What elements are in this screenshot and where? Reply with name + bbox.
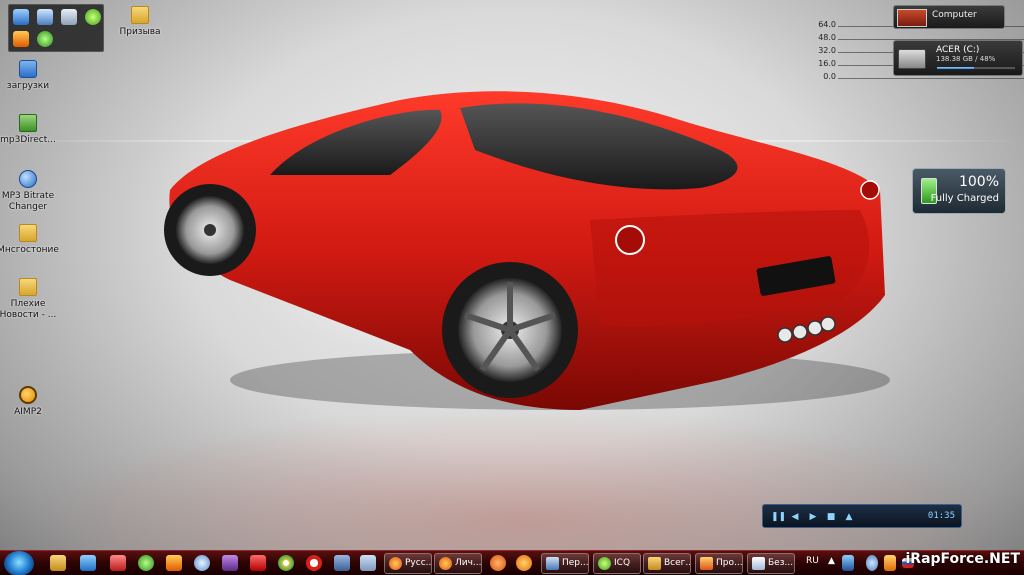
desktop-icon-label: mp3Direct... xyxy=(0,135,56,145)
taskbar-button-per[interactable]: Пер... xyxy=(541,553,589,574)
desktop-icon-aimp2[interactable]: AIMP2 xyxy=(0,386,60,418)
eject-icon[interactable]: ▲ xyxy=(843,511,855,523)
aimp-icon xyxy=(19,386,37,404)
computer-icon[interactable] xyxy=(13,9,29,25)
taskbar-button-label: Пер... xyxy=(562,558,589,568)
computer-gadget-title: Computer xyxy=(932,10,977,20)
desktop-icon-plekhie-novosti[interactable]: Плехие Новости - ... xyxy=(0,278,60,321)
taskbar-button-firefox-lich[interactable]: Лич... xyxy=(434,553,482,574)
download-tray-icon[interactable] xyxy=(842,555,854,571)
drive-size: 138.38 GB / 48% xyxy=(936,55,996,63)
icq-flower-icon[interactable] xyxy=(85,9,101,25)
firefox-icon xyxy=(389,557,402,570)
start-orb-icon[interactable] xyxy=(4,551,34,575)
watermark-text: iRapForce.NET xyxy=(905,551,1020,567)
desktop-icon-label: MP3 Bitrate Changer xyxy=(1,191,55,212)
folder-icon xyxy=(19,278,37,296)
folder-icon xyxy=(19,224,37,242)
globe-icon xyxy=(19,170,37,188)
meter-gridline xyxy=(838,78,1024,79)
meter-tick-label: 16.0 xyxy=(818,59,836,68)
winamp-bolt-icon[interactable] xyxy=(13,31,29,47)
pdf-reader-icon[interactable] xyxy=(250,555,266,571)
pause-icon[interactable]: ❚❚ xyxy=(771,511,786,523)
taskbar-button-vseg[interactable]: Всег... xyxy=(643,553,691,574)
folder-icon xyxy=(131,6,149,24)
taskbar-button-icq[interactable]: ICQ xyxy=(593,553,641,574)
meter-tick-label: 48.0 xyxy=(818,33,836,42)
battery-gadget: 100% Fully Charged xyxy=(912,168,1006,214)
search-icon[interactable] xyxy=(194,555,210,571)
firefox-icon xyxy=(439,557,452,570)
explorer-icon[interactable] xyxy=(50,555,66,571)
folder-icon xyxy=(648,557,661,570)
desktop-icon-label: загрузки xyxy=(6,81,50,91)
winamp-bolt-icon[interactable] xyxy=(166,555,182,571)
green-globe-icon[interactable] xyxy=(37,31,53,47)
media-player-icon xyxy=(700,557,713,570)
download-arrow-icon xyxy=(19,60,37,78)
battery-status: Fully Charged xyxy=(930,193,999,204)
desktop-icon-downloads[interactable]: загрузки xyxy=(0,60,60,92)
taskbar-button-label: Без... xyxy=(768,558,794,568)
messenger-icon[interactable] xyxy=(80,555,96,571)
network-icon[interactable] xyxy=(37,9,53,25)
desktop-icon-prizyva[interactable]: Призыва xyxy=(108,6,172,38)
taskbar-button-label: Лич... xyxy=(455,558,482,568)
chrome-icon[interactable] xyxy=(278,555,294,571)
stop-icon[interactable]: ■ xyxy=(825,511,837,523)
drive-name: ACER (C:) xyxy=(936,45,980,55)
desktop-icon-label: Призыва xyxy=(119,27,161,37)
media-player-gadget: ❚❚ ◀ ▶ ■ ▲ 01:35 xyxy=(762,504,962,528)
desktop-icon-mnogostonie[interactable]: Мнсгостоние xyxy=(0,224,60,256)
taskbar-button-label: Всег... xyxy=(664,558,691,568)
drive-gadget[interactable]: ACER (C:) 138.38 GB / 48% xyxy=(893,40,1023,76)
save-icon[interactable] xyxy=(334,555,350,571)
media-icon[interactable] xyxy=(110,555,126,571)
drive-usage-fill xyxy=(937,67,975,69)
taskbar-button-firefox-russ[interactable]: Русс... xyxy=(384,553,432,574)
taskbar-button-label: ICQ xyxy=(614,558,631,568)
desktop-icon-label: Плехие Новости - ... xyxy=(0,299,57,320)
ferrari-wallpaper-car xyxy=(164,91,890,410)
meter-tick-label: 64.0 xyxy=(818,20,836,29)
meter-tick-label: 0.0 xyxy=(823,72,836,81)
network-tray-icon[interactable] xyxy=(866,555,878,571)
meter-tick-label: 32.0 xyxy=(818,46,836,55)
mail-at-icon[interactable] xyxy=(490,555,506,571)
drive-usage-bar xyxy=(936,66,1016,70)
next-icon[interactable]: ▶ xyxy=(807,511,819,523)
player-tray-icon[interactable] xyxy=(884,555,896,571)
taskbar-button-bez[interactable]: Без... xyxy=(747,553,795,574)
green-globe-icon[interactable] xyxy=(138,555,154,571)
window-icon[interactable] xyxy=(360,555,376,571)
taskbar-button-label: Про... xyxy=(716,558,743,568)
desktop-icon-mp3-bitrate-changer[interactable]: MP3 Bitrate Changer xyxy=(0,170,60,213)
icq-flower-icon xyxy=(598,557,611,570)
computer-gadget[interactable]: Computer xyxy=(893,5,1005,29)
desktop-icon-mp3direct[interactable]: mp3Direct... xyxy=(0,114,60,146)
desktop-icon-label: Мнсгостоние xyxy=(0,245,59,255)
battery-percent: 100% xyxy=(958,174,999,190)
opera-icon[interactable] xyxy=(306,555,322,571)
desktop-icon-label: AIMP2 xyxy=(14,407,42,417)
document-icon xyxy=(546,557,559,570)
winrar-icon[interactable] xyxy=(222,555,238,571)
taskbar: Русс... Лич... Пер... ICQ Всег... Про...… xyxy=(0,550,1024,575)
player-time: 01:35 xyxy=(927,511,955,521)
language-indicator[interactable]: RU xyxy=(806,556,819,566)
taskbar-button-label: Русс... xyxy=(405,558,432,568)
hard-drive-icon xyxy=(898,49,926,69)
previous-icon[interactable]: ◀ xyxy=(789,511,801,523)
mp3-editor-icon xyxy=(19,114,37,132)
browser-icon[interactable] xyxy=(516,555,532,571)
recycle-bin-icon[interactable] xyxy=(61,9,77,25)
tray-expand-icon[interactable]: ▲ xyxy=(828,556,835,566)
computer-thumbnail-icon xyxy=(897,9,927,27)
taskbar-button-pro[interactable]: Про... xyxy=(695,553,743,574)
paint-icon xyxy=(752,557,765,570)
quick-launch-panel xyxy=(8,4,104,52)
